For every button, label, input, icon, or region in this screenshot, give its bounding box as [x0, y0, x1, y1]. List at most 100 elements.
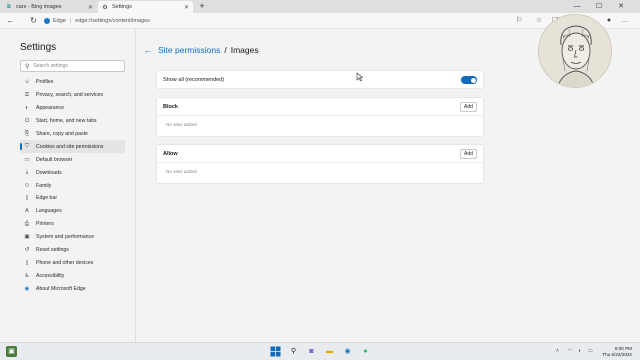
shield-icon: ⛉ — [24, 143, 30, 150]
maximize-button[interactable]: ☐ — [590, 0, 608, 13]
back-icon[interactable]: ← — [5, 15, 16, 26]
refresh-icon[interactable]: ↻ — [28, 15, 39, 26]
close-window-button[interactable]: ✕ — [612, 0, 630, 13]
breadcrumb-parent-link[interactable]: Site permissions — [158, 45, 220, 55]
sidebar-item-label: Privacy, search, and services — [36, 92, 104, 99]
sidebar-item-appearance[interactable]: ◐ Appearance — [20, 102, 125, 115]
volume-icon[interactable]: ◖ — [578, 348, 581, 354]
sidebar-item-reset[interactable]: ↺ Reset settings — [20, 244, 125, 257]
sidebar-item-about[interactable]: ◉ About Microsoft Edge — [20, 282, 125, 295]
more-options-icon[interactable]: … — [620, 16, 630, 26]
block-title: Block — [163, 104, 178, 110]
sidebar-item-label: Accessibility — [36, 272, 65, 279]
portrait-sketch-icon — [539, 15, 611, 87]
edge-taskbar-icon[interactable]: ◉ — [342, 346, 353, 357]
lock-icon: ⚿ — [24, 91, 30, 98]
widgets-icon[interactable]: ▣ — [6, 346, 17, 357]
teams-chat-icon[interactable]: ◙ — [306, 346, 317, 357]
sidebar-item-privacy[interactable]: ⚿ Privacy, search, and services — [20, 89, 125, 102]
favorites-star-icon[interactable]: ☆ — [534, 16, 544, 26]
block-card: Block Add No sites added — [156, 97, 484, 137]
sidebar-item-default-browser[interactable]: ▭ Default browser — [20, 153, 125, 166]
block-add-button[interactable]: Add — [460, 102, 477, 112]
system-icon: ▣ — [24, 234, 30, 241]
address-prefix: Edge — [53, 17, 66, 24]
language-icon: A — [25, 208, 29, 215]
green-app-icon[interactable]: ● — [360, 346, 371, 357]
sidebar-item-accessibility[interactable]: ♿ Accessibility — [20, 269, 125, 282]
show-all-toggle[interactable] — [461, 76, 477, 84]
show-all-label: Show all (recommended) — [163, 77, 225, 83]
tab-title: cars - Bing images — [16, 4, 62, 10]
clock-date: Thu 6/23/2022 — [602, 352, 632, 357]
sidebar-item-edge-bar[interactable]: ▯ Edge bar — [20, 192, 125, 205]
wifi-icon[interactable]: ◠ — [568, 348, 572, 354]
minimize-button[interactable]: — — [568, 0, 586, 13]
sidebar-item-label: Edge bar — [36, 195, 58, 202]
address-separator: | — [69, 17, 72, 24]
share-icon: ⎘ — [24, 130, 30, 137]
page-title: Images — [230, 45, 259, 55]
sidebar-item-label: Family — [36, 182, 52, 189]
allow-card: Allow Add No sites added — [156, 144, 484, 184]
download-icon: ⤓ — [25, 169, 29, 176]
search-settings-input[interactable]: ⚲ Search settings — [20, 60, 125, 72]
sidebar-item-label: Profiles — [36, 79, 54, 86]
address-url: edge://settings/content/images — [75, 17, 150, 24]
sidebar-item-system[interactable]: ▣ System and performance — [20, 231, 125, 244]
edge-logo-icon: ◉ — [24, 285, 30, 292]
close-tab-icon[interactable]: ✕ — [88, 4, 93, 11]
sidebar-item-languages[interactable]: A Languages — [20, 205, 125, 218]
allow-add-button[interactable]: Add — [460, 149, 477, 159]
sidebar-item-label: About Microsoft Edge — [36, 285, 86, 292]
sidebar-item-printers[interactable]: ⎙ Printers — [20, 218, 125, 231]
tab-settings[interactable]: ⚙ Settings ✕ — [98, 1, 193, 13]
sidebar-item-label: Languages — [36, 208, 62, 215]
sidebar-nav-list: ☺ Profiles ⚿ Privacy, search, and services… — [20, 76, 125, 295]
close-tab-icon[interactable]: ✕ — [184, 4, 189, 11]
sidebar-item-label: Cookies and site permissions — [36, 143, 104, 150]
sidebar-item-downloads[interactable]: ⤓ Downloads — [20, 166, 125, 179]
windows-logo-icon — [270, 346, 281, 357]
new-tab-button[interactable]: + — [197, 1, 207, 12]
sidebar-item-cookies[interactable]: ⛉ Cookies and site permissions — [20, 140, 125, 154]
edge-icon — [44, 17, 50, 24]
sidebar-item-label: System and performance — [36, 234, 94, 241]
family-icon: ⚇ — [24, 182, 30, 189]
profile-avatar-icon[interactable]: ● — [604, 16, 614, 26]
sidebar-item-phone[interactable]: ▯ Phone and other devices — [20, 256, 125, 269]
tab-bing-images[interactable]: b cars - Bing images ✕ — [2, 1, 97, 13]
browser-toolbar: ← ↻ Edge | edge://settings/content/image… — [0, 13, 640, 29]
palette-icon: ◐ — [25, 105, 29, 112]
sidebar-item-label: Appearance — [36, 105, 64, 112]
address-bar[interactable]: Edge | edge://settings/content/images — [44, 15, 524, 26]
start-button[interactable] — [270, 346, 281, 357]
battery-icon[interactable]: ▭ — [588, 348, 593, 354]
person-icon: ☺ — [24, 79, 30, 86]
sidebar-item-label: Downloads — [36, 169, 62, 176]
tracking-icon[interactable]: ⚐ — [514, 16, 524, 26]
clock[interactable]: 9:00 PM Thu 6/23/2022 — [602, 346, 632, 358]
bing-icon: b — [7, 4, 11, 10]
sidebar-item-start-home[interactable]: ⏻ Start, home, and new tabs — [20, 115, 125, 128]
sidebar-item-label: Share, copy and paste — [36, 131, 88, 137]
breadcrumb-separator: / — [224, 45, 227, 55]
block-empty-text: No sites added — [166, 122, 197, 127]
power-icon: ⏻ — [24, 117, 30, 124]
file-explorer-icon[interactable]: ▬ — [324, 346, 335, 357]
back-arrow-icon[interactable]: ← — [144, 46, 152, 55]
search-taskbar-icon[interactable]: ⚲ — [288, 346, 299, 357]
sidebar-item-share[interactable]: ⎘ Share, copy and paste — [20, 128, 125, 141]
sidebar-item-family[interactable]: ⚇ Family — [20, 179, 125, 192]
phone-icon: ▯ — [25, 259, 29, 266]
edgebar-icon: ▯ — [25, 195, 29, 202]
tab-title: Settings — [112, 4, 132, 10]
divider — [157, 162, 483, 163]
printer-icon: ⎙ — [24, 220, 30, 227]
sidebar-item-profiles[interactable]: ☺ Profiles — [20, 76, 125, 89]
tab-strip: b cars - Bing images ✕ ⚙ Settings ✕ + — … — [0, 0, 640, 13]
breadcrumb: ← Site permissions / Images — [144, 45, 259, 55]
allow-title: Allow — [163, 151, 178, 157]
sidebar-item-label: Reset settings — [36, 247, 69, 254]
chevron-up-icon[interactable]: ˄ — [556, 348, 559, 354]
